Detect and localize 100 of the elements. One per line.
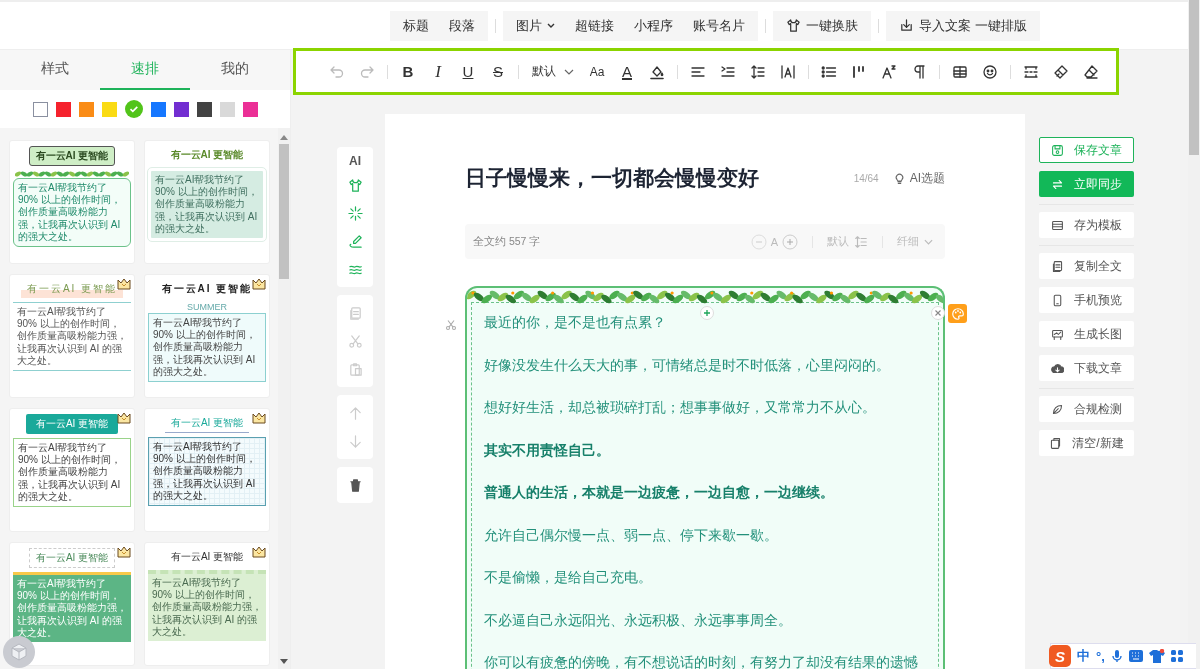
- keyboard-icon[interactable]: [1128, 650, 1143, 662]
- template-card[interactable]: 有一云AI 更智能 有一云AI帮我节约了 90% 以上的创作时间，创作质量高吸粉能力强，让我再次认识到 AI 的强大之处。: [144, 542, 270, 666]
- color-swatch[interactable]: [220, 101, 235, 117]
- microphone-icon[interactable]: [1110, 649, 1123, 663]
- punctuation-toggle[interactable]: °,: [1096, 648, 1105, 664]
- template-text: 有一云AI帮我节约了 90% 以上的创作时间，创作质量高吸粉能力强，让我再次认识到 AI 的强大之处。: [13, 438, 131, 507]
- leaf-icon: [1051, 402, 1064, 416]
- italic-button[interactable]: I: [423, 58, 453, 85]
- quote-icon: [851, 63, 867, 80]
- template-card[interactable]: 有一云AI 更智能 有一云AI帮我节约了 90% 以上的创作时间，创作质量高吸粉能力强，让我再次认识到 AI 的强大之处。: [9, 408, 135, 532]
- template-title: 有一云AI 更智能: [20, 280, 124, 298]
- template-icon: [1051, 218, 1064, 232]
- template-title: 有一云AI 更智能: [28, 548, 116, 568]
- template-tag: SUMMER: [187, 302, 227, 312]
- cloud-download-action-button[interactable]: 下载文章: [1039, 355, 1134, 381]
- scroll-down-icon[interactable]: [280, 659, 288, 665]
- template-title: 有一云AI 更智能: [169, 550, 245, 564]
- paragraph[interactable]: 允许自己偶尔慢一点、弱一点、停下来歇一歇。: [484, 525, 926, 544]
- shirt-icon[interactable]: [1148, 649, 1165, 663]
- color-swatch[interactable]: [56, 101, 71, 117]
- caret-icon: [564, 68, 574, 75]
- paragraph[interactable]: 最近的你，是不是也有点累？: [484, 313, 926, 331]
- cloud-download-icon: [1051, 361, 1064, 375]
- ime-mode[interactable]: 中: [1077, 647, 1090, 665]
- template-title: 有一云AI 更智能: [25, 414, 119, 434]
- new-document-icon: [1049, 436, 1063, 450]
- copy-action-button[interactable]: 复制全文: [1039, 253, 1134, 279]
- paragraph-mark-icon: [911, 63, 927, 80]
- arrow-down-icon: [347, 433, 363, 449]
- template-action-button[interactable]: 存为模板: [1039, 212, 1134, 238]
- sparkle-icon: [347, 205, 363, 221]
- palette-button[interactable]: [948, 304, 967, 323]
- template-text: 有一云AI帮我节约了 90% 以上的创作时间，创作质量高吸粉能力强，让我再次认识到 AI 的强大之处。: [148, 437, 266, 506]
- template-card[interactable]: 有一云AI 更智能 有一云AI帮我节约了 90% 以上的创作时间，创作质量高吸粉能力强，让我再次认识到 AI 的强大之处。: [144, 408, 270, 532]
- template-title: 有一云AI 更智能: [169, 148, 245, 162]
- color-swatch[interactable]: [243, 101, 258, 117]
- template-card[interactable]: 有一云AI 更智能 有一云AI帮我节约了 90% 以上的创作时间，创作质量高吸粉能力强，让我再次认识到 AI 的强大之处。: [9, 542, 135, 666]
- new-document-action-button[interactable]: 清空/新建: [1039, 430, 1134, 456]
- font-dropdown[interactable]: 默认: [524, 58, 582, 85]
- scissors-icon[interactable]: [445, 319, 457, 331]
- tab[interactable]: 我的: [190, 50, 280, 90]
- template-card[interactable]: 有一云AI 更智能 有一云AI帮我节约了 90% 以上的创作时间，创作质量高吸粉能力强，让我再次认识到 AI 的强大之处。: [144, 140, 270, 264]
- color-swatch[interactable]: [125, 100, 143, 118]
- ai-topic-button[interactable]: AI选题: [892, 169, 945, 187]
- line-height-icon: [750, 63, 766, 80]
- scroll-up-icon[interactable]: [280, 134, 288, 140]
- paste-icon: [347, 361, 363, 377]
- tab[interactable]: 样式: [10, 50, 100, 90]
- close-icon[interactable]: [931, 306, 945, 320]
- template-text: 有一云AI帮我节约了 90% 以上的创作时间，创作质量高吸粉能力强，让我再次认识到 AI 的强大之处。: [148, 570, 266, 641]
- image-action-button[interactable]: 生成长图: [1039, 321, 1134, 347]
- insert-button[interactable]: 段落: [439, 10, 485, 41]
- insert-button[interactable]: 账号名片: [683, 10, 755, 41]
- template-card[interactable]: 有一云AI 更智能 有一云AI帮我节约了 90% 以上的创作时间，创作质量高吸粉能力强，让我再次认识到 AI 的强大之处。: [9, 274, 135, 398]
- phone-action-button[interactable]: 手机预览: [1039, 287, 1134, 313]
- paragraph[interactable]: 不是偷懒，是给自己充电。: [484, 568, 926, 586]
- color-swatch[interactable]: [33, 101, 48, 117]
- paragraph[interactable]: 不必逼自己永远阳光、永远积极、永远事事周全。: [484, 610, 926, 629]
- line-height-icon: [854, 234, 868, 249]
- insert-button[interactable]: 小程序: [624, 10, 683, 41]
- bold-button[interactable]: B: [393, 58, 423, 85]
- template-title: 有一云AI 更智能: [28, 146, 116, 166]
- cube-icon[interactable]: [3, 636, 35, 668]
- color-swatch[interactable]: [197, 101, 212, 117]
- scrollbar-thumb[interactable]: [1189, 0, 1199, 155]
- insert-button[interactable]: 标题: [393, 10, 439, 41]
- paragraph[interactable]: 你可以有疲惫的傍晚，有不想说话的时刻，有努力了却没有结果的遗憾: [484, 653, 926, 669]
- ai-button[interactable]: AI: [337, 151, 373, 171]
- paragraph[interactable]: 好像没发生什么天大的事，可情绪总是时不时低落，心里闷闷的。: [484, 355, 926, 374]
- eraser-icon: [1083, 63, 1099, 80]
- underline-button[interactable]: U: [453, 58, 483, 85]
- strike-button[interactable]: S: [483, 58, 513, 85]
- insert-button[interactable]: 超链接: [565, 10, 624, 41]
- color-swatch[interactable]: [151, 101, 166, 117]
- insert-button[interactable]: 图片: [506, 10, 565, 41]
- grid-icon[interactable]: [1170, 650, 1183, 662]
- color-swatch[interactable]: [79, 101, 94, 117]
- template-card[interactable]: 有一云AI 更智能 SUMMER 有一云AI帮我节约了 90% 以上的创作时间，创作质量高吸粉能力强，让我再次认识到 AI 的强大之处。: [144, 274, 270, 398]
- paragraph[interactable]: 其实不用责怪自己。: [484, 440, 926, 459]
- paragraph[interactable]: 想好好生活，却总被琐碎打乱；想事事做好，又常常力不从心。: [484, 398, 926, 416]
- add-icon[interactable]: [700, 306, 714, 320]
- import-icon: [899, 18, 914, 33]
- template-text: 有一云AI帮我节约了 90% 以上的创作时间，创作质量高吸粉能力强，让我再次认识到 AI 的强大之处。: [13, 572, 131, 642]
- floppy-icon: [1051, 143, 1064, 157]
- swap-icon: [1051, 177, 1064, 191]
- shirt-icon: [786, 18, 801, 33]
- color-swatch[interactable]: [102, 101, 117, 117]
- template-card[interactable]: 有一云AI 更智能 有一云AI帮我节约了 90% 以上的创作时间，创作质量高吸粉能力强，让我再次认识到 AI 的强大之处。: [9, 140, 135, 264]
- paragraph[interactable]: 普通人的生活，本就是一边疲惫，一边自愈，一边继续。: [484, 483, 926, 501]
- superscript-icon: [881, 63, 897, 80]
- copy-icon: [1051, 259, 1064, 273]
- color-swatch[interactable]: [174, 101, 189, 117]
- article-title[interactable]: 日子慢慢来，一切都会慢慢变好: [465, 164, 854, 192]
- font-size-label: A: [770, 235, 778, 248]
- font-color-button[interactable]: A: [612, 58, 642, 85]
- leaf-action-button[interactable]: 合规检测: [1039, 396, 1134, 422]
- image-icon: [1051, 327, 1064, 341]
- smiley-icon: [982, 63, 998, 80]
- font-size-button[interactable]: Aa: [582, 58, 612, 85]
- scrollbar-thumb[interactable]: [279, 144, 289, 279]
